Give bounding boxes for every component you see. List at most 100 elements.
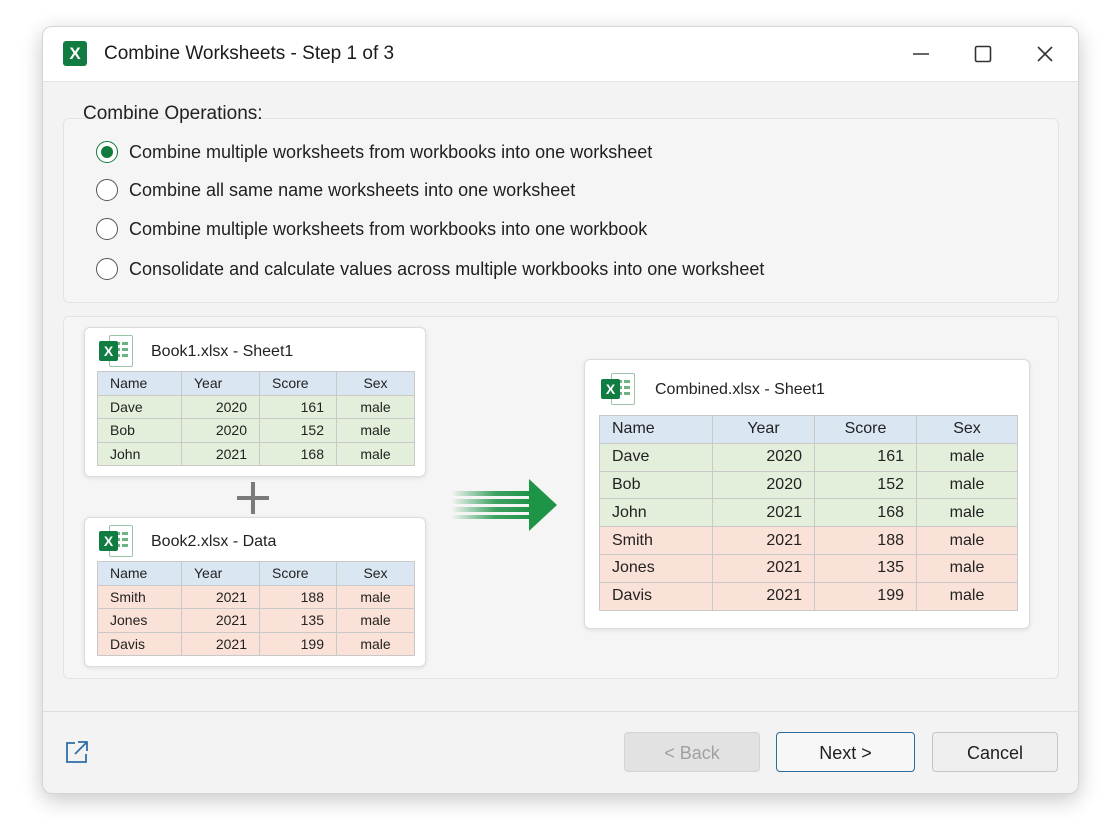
cell: male <box>916 526 1018 555</box>
option-label: Combine all same name worksheets into on… <box>129 180 576 200</box>
cell: 2021 <box>181 584 260 609</box>
column-header: Sex <box>336 371 415 396</box>
table-header-row: Name Year Score Sex <box>97 561 415 586</box>
close-icon <box>1037 46 1053 62</box>
option-label: Combine multiple worksheets from workboo… <box>129 142 653 162</box>
next-button[interactable]: Next > <box>776 732 915 772</box>
column-header: Score <box>259 561 337 586</box>
cell: male <box>916 470 1018 500</box>
cell: Dave <box>97 394 182 419</box>
table-header-row: Name Year Score Sex <box>599 415 1018 444</box>
illustration-panel: X Book1.xlsx - Sheet1 Name Year Score Se… <box>63 316 1059 679</box>
table-row: Smith 2021 188 male <box>97 584 415 609</box>
table-row: Bob 2020 152 male <box>599 470 1018 500</box>
table-row: Smith 2021 188 male <box>599 526 1018 555</box>
column-header: Name <box>599 415 713 444</box>
cell: 199 <box>814 581 917 611</box>
cell: Jones <box>97 608 182 633</box>
cell: 135 <box>814 553 917 583</box>
cell: male <box>336 608 415 633</box>
cell: 2021 <box>712 581 815 611</box>
book2-table: Name Year Score Sex Smith 2021 188 male … <box>97 561 415 656</box>
cell: male <box>336 394 415 419</box>
cell: Davis <box>97 631 182 656</box>
radio-button[interactable] <box>96 258 118 280</box>
cell: 2020 <box>712 470 815 500</box>
column-header: Name <box>97 561 182 586</box>
cell: Smith <box>97 584 182 609</box>
maximize-icon <box>974 45 992 63</box>
column-header: Score <box>814 415 917 444</box>
cell: male <box>916 553 1018 583</box>
cell: Davis <box>599 581 713 611</box>
maximize-button[interactable] <box>963 37 1003 71</box>
cell: Dave <box>599 442 713 472</box>
cell: 2020 <box>712 442 815 472</box>
option-label: Consolidate and calculate values across … <box>129 259 765 279</box>
dialog-footer: < Back Next > Cancel <box>43 711 1078 793</box>
cell: Bob <box>599 470 713 500</box>
combine-operations-group: Combine multiple worksheets from workboo… <box>63 118 1059 303</box>
external-link-icon[interactable] <box>63 738 91 766</box>
cell: Jones <box>599 553 713 583</box>
cell: John <box>97 441 182 466</box>
option-label: Combine multiple worksheets from workboo… <box>129 219 648 239</box>
combined-card: X Combined.xlsx - Sheet1 Name Year Score… <box>584 359 1030 629</box>
column-header: Score <box>259 371 337 396</box>
table-row: John 2021 168 male <box>599 498 1018 528</box>
cell: 2021 <box>181 631 260 656</box>
book2-card: X Book2.xlsx - Data Name Year Score Sex … <box>84 517 426 667</box>
column-header: Year <box>181 371 260 396</box>
excel-file-icon: X <box>601 373 635 405</box>
cell: 2021 <box>712 498 815 528</box>
cell: 2021 <box>181 608 260 633</box>
cell: male <box>336 441 415 466</box>
combined-table: Name Year Score Sex Dave 2020 161 male B… <box>599 415 1018 611</box>
column-header: Name <box>97 371 182 396</box>
table-row: Davis 2021 199 male <box>599 581 1018 611</box>
radio-button[interactable] <box>96 179 118 201</box>
plus-icon <box>237 482 269 514</box>
cell: Smith <box>599 526 713 555</box>
excel-file-icon: X <box>99 525 133 557</box>
cell: 161 <box>259 394 337 419</box>
cell: 152 <box>259 418 337 443</box>
table-row: Dave 2020 161 male <box>599 442 1018 472</box>
cell: 152 <box>814 470 917 500</box>
book1-title: Book1.xlsx - Sheet1 <box>151 343 294 360</box>
column-header: Year <box>712 415 815 444</box>
radio-dot <box>101 146 113 158</box>
minimize-icon <box>913 53 929 55</box>
arrow-right-icon <box>451 479 557 531</box>
minimize-button[interactable] <box>901 37 941 71</box>
radio-button-selected[interactable] <box>96 141 118 163</box>
combined-title: Combined.xlsx - Sheet1 <box>655 381 825 398</box>
cell: Bob <box>97 418 182 443</box>
book1-table: Name Year Score Sex Dave 2020 161 male B… <box>97 371 415 466</box>
cell: male <box>336 584 415 609</box>
combine-operations-label: Combine Operations: <box>83 103 263 124</box>
cell: 2021 <box>181 441 260 466</box>
book2-title: Book2.xlsx - Data <box>151 533 277 550</box>
cell: 199 <box>259 631 337 656</box>
column-header: Sex <box>916 415 1018 444</box>
cell: 135 <box>259 608 337 633</box>
back-button[interactable]: < Back <box>624 732 760 772</box>
cell: 2020 <box>181 418 260 443</box>
cell: 2021 <box>712 553 815 583</box>
cell: 168 <box>259 441 337 466</box>
dialog-title: Combine Worksheets - Step 1 of 3 <box>104 43 395 64</box>
cancel-button[interactable]: Cancel <box>932 732 1058 772</box>
cell: male <box>916 498 1018 528</box>
radio-button[interactable] <box>96 218 118 240</box>
cell: male <box>336 418 415 443</box>
cell: male <box>916 581 1018 611</box>
cell: 188 <box>259 584 337 609</box>
cell: 2021 <box>712 526 815 555</box>
excel-file-icon: X <box>99 335 133 367</box>
table-row: Jones 2021 135 male <box>97 608 415 633</box>
table-row: Davis 2021 199 male <box>97 631 415 656</box>
close-button[interactable] <box>1025 37 1065 71</box>
book1-card: X Book1.xlsx - Sheet1 Name Year Score Se… <box>84 327 426 477</box>
table-row: Bob 2020 152 male <box>97 418 415 443</box>
